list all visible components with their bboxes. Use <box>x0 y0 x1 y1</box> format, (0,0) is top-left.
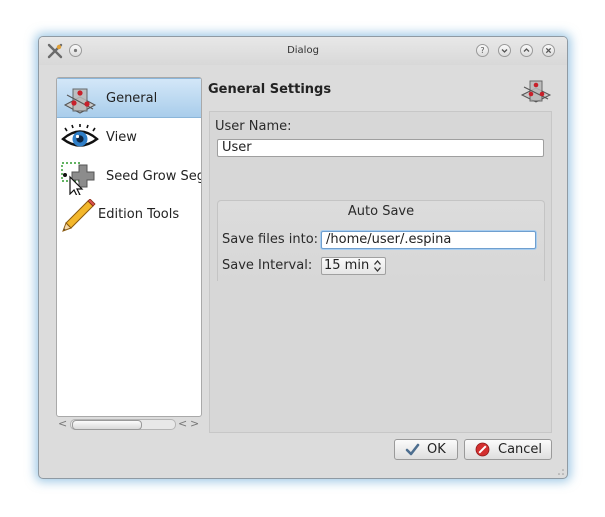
resize-grip-icon[interactable] <box>557 468 565 476</box>
espina-logo-icon <box>520 80 552 103</box>
sidebar-item-label: General <box>106 91 158 106</box>
chevron-down-icon <box>501 49 508 53</box>
scroll-left-arrow[interactable]: < <box>58 417 67 431</box>
save-files-input[interactable]: /home/user/.espina <box>321 231 536 249</box>
chevron-up-icon <box>523 48 530 52</box>
settings-category-list[interactable]: General View Seed Grow Seg Edition Tools <box>56 77 202 417</box>
pencil-icon <box>62 199 96 232</box>
user-name-label: User Name: <box>215 119 292 134</box>
cancel-icon <box>475 442 490 457</box>
maximize-button[interactable] <box>520 44 533 57</box>
seed-grow-icon <box>61 162 95 195</box>
eye-icon <box>61 124 99 147</box>
checkmark-icon <box>405 443 420 456</box>
spin-arrows-icon[interactable] <box>373 258 382 275</box>
page-title: General Settings <box>208 82 332 97</box>
up-down-chevron-icon <box>374 260 381 272</box>
sidebar-item-label: View <box>106 130 137 145</box>
user-name-input[interactable]: User <box>217 139 544 157</box>
help-button[interactable]: ? <box>476 44 489 57</box>
scroll-thumb[interactable] <box>72 420 142 430</box>
cancel-button[interactable]: Cancel <box>464 439 552 460</box>
sidebar-item-general[interactable]: General <box>57 78 201 118</box>
cancel-label: Cancel <box>498 442 543 457</box>
sidebar-horizontal-scrollbar[interactable]: < < > <box>56 417 200 431</box>
save-interval-label: Save Interval: <box>222 258 313 273</box>
sidebar-item-view[interactable]: View <box>57 118 201 158</box>
save-interval-spinbox[interactable]: 15 min <box>321 257 386 275</box>
auto-save-group: Auto Save Save files into: /home/user/.e… <box>217 200 545 281</box>
auto-save-title: Auto Save <box>347 204 415 219</box>
dialog-window: Dialog ? General View Seed Grow Seg Edit… <box>38 36 568 479</box>
ok-label: OK <box>427 442 446 457</box>
scroll-right-arrow[interactable]: > <box>190 417 199 431</box>
title-bar[interactable]: Dialog ? <box>39 37 567 65</box>
save-interval-value: 15 min <box>324 258 370 273</box>
sidebar-item-edition-tools[interactable]: Edition Tools <box>57 195 201 235</box>
ok-button[interactable]: OK <box>394 439 458 460</box>
scroll-left-arrow-2[interactable]: < <box>178 417 187 431</box>
sidebar-item-label: Seed Grow Seg <box>106 169 202 184</box>
general-settings-panel: User Name: User Auto Save Save files int… <box>209 111 552 433</box>
close-icon <box>545 47 552 54</box>
save-files-label: Save files into: <box>222 232 319 247</box>
minimize-button[interactable] <box>498 44 511 57</box>
espina-logo-icon <box>63 88 97 114</box>
close-button[interactable] <box>542 44 555 57</box>
sidebar-item-label: Edition Tools <box>98 207 180 222</box>
sidebar-item-seed-grow-seg[interactable]: Seed Grow Seg <box>57 157 201 197</box>
